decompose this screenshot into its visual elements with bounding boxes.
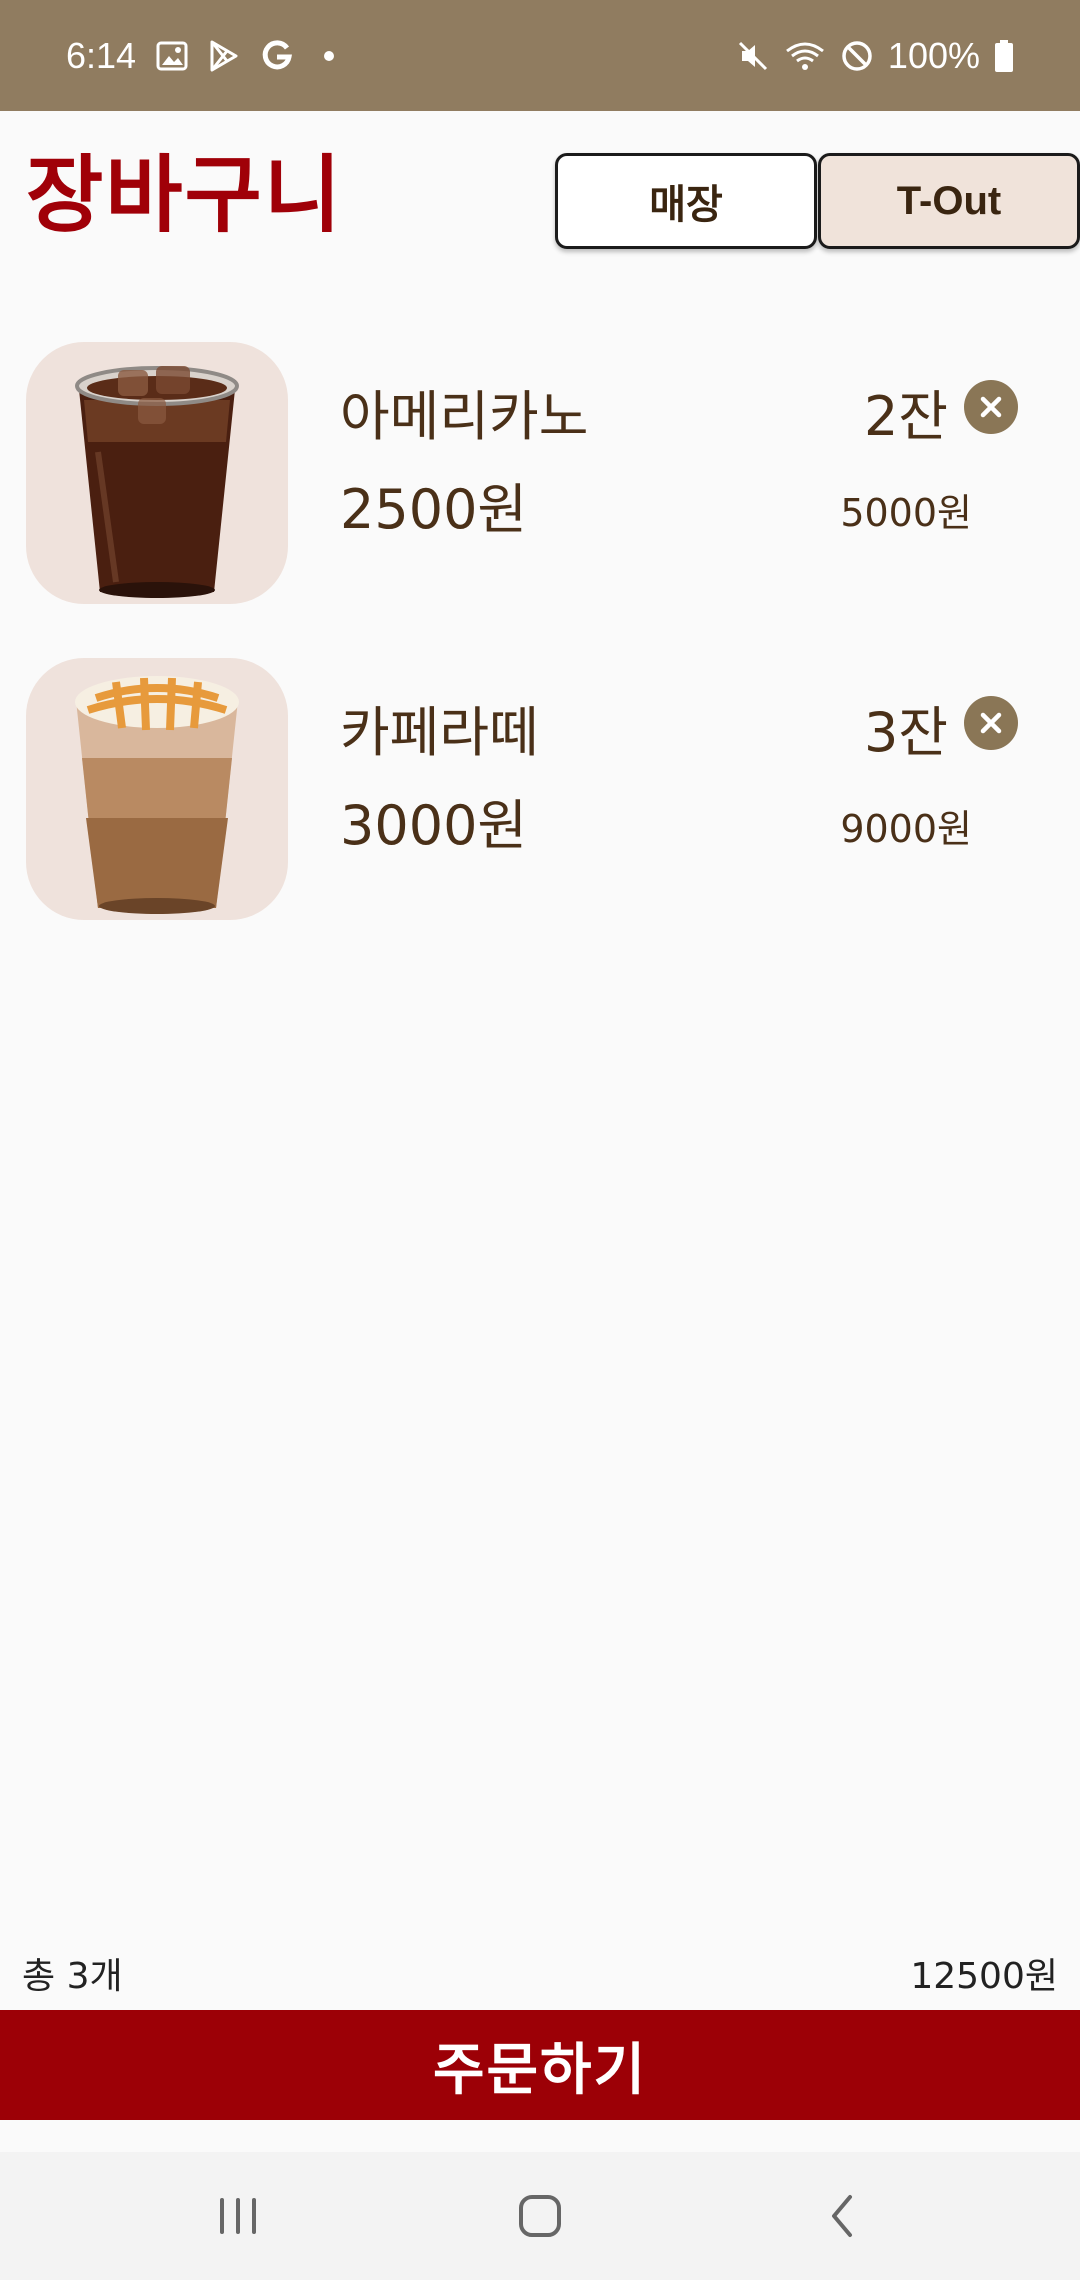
recent-apps-icon: [220, 2198, 256, 2234]
iced-caramel-latte-image: [26, 658, 288, 920]
close-icon: [980, 396, 1002, 418]
total-count: 총 3개: [22, 1956, 123, 1997]
dine-in-button[interactable]: 매장: [555, 153, 817, 249]
mute-icon: [736, 39, 770, 73]
item-quantity: 2잔: [863, 385, 948, 448]
google-icon: [260, 39, 294, 73]
home-button[interactable]: [460, 2152, 620, 2280]
cart-item: 아메리카노 2500원 2잔 5000원: [0, 340, 1080, 656]
gallery-icon: [156, 41, 188, 71]
cart-list: 아메리카노 2500원 2잔 5000원 카페라떼 3000원 3잔 9000원: [0, 340, 1080, 972]
back-button[interactable]: [762, 2152, 922, 2280]
recent-apps-button[interactable]: [158, 2152, 318, 2280]
status-time: 6:14: [66, 34, 137, 76]
item-price: 2500원: [340, 478, 528, 541]
status-left: 6:14: [66, 34, 335, 77]
order-button[interactable]: 주문하기: [0, 2010, 1080, 2120]
battery-percent: 100%: [887, 34, 980, 76]
header: 장바구니 매장 T-Out: [0, 111, 1080, 281]
wifi-icon: [784, 39, 826, 73]
remove-item-button[interactable]: [964, 380, 1018, 434]
remove-item-button[interactable]: [964, 696, 1018, 750]
item-name: 아메리카노: [340, 385, 589, 448]
play-store-icon: [208, 39, 240, 73]
total-amount: 12500원: [910, 1956, 1058, 1997]
item-subtotal: 5000원: [840, 491, 972, 535]
block-icon: [840, 39, 874, 73]
item-name: 카페라떼: [340, 701, 539, 764]
take-out-button[interactable]: T-Out: [818, 153, 1080, 249]
iced-americano-image: [26, 342, 288, 604]
back-icon: [832, 2195, 852, 2237]
status-right: 100%: [736, 35, 1014, 77]
home-icon: [519, 2195, 561, 2237]
item-quantity: 3잔: [863, 701, 948, 764]
navigation-bar: [0, 2152, 1080, 2280]
cart-item: 카페라떼 3000원 3잔 9000원: [0, 656, 1080, 972]
page-title: 장바구니: [26, 146, 344, 244]
battery-icon: [994, 39, 1014, 73]
item-price: 3000원: [340, 794, 528, 857]
dot-icon: [324, 50, 335, 61]
close-icon: [980, 712, 1002, 734]
item-subtotal: 9000원: [840, 807, 972, 851]
status-bar: 6:14 100%: [0, 0, 1080, 111]
